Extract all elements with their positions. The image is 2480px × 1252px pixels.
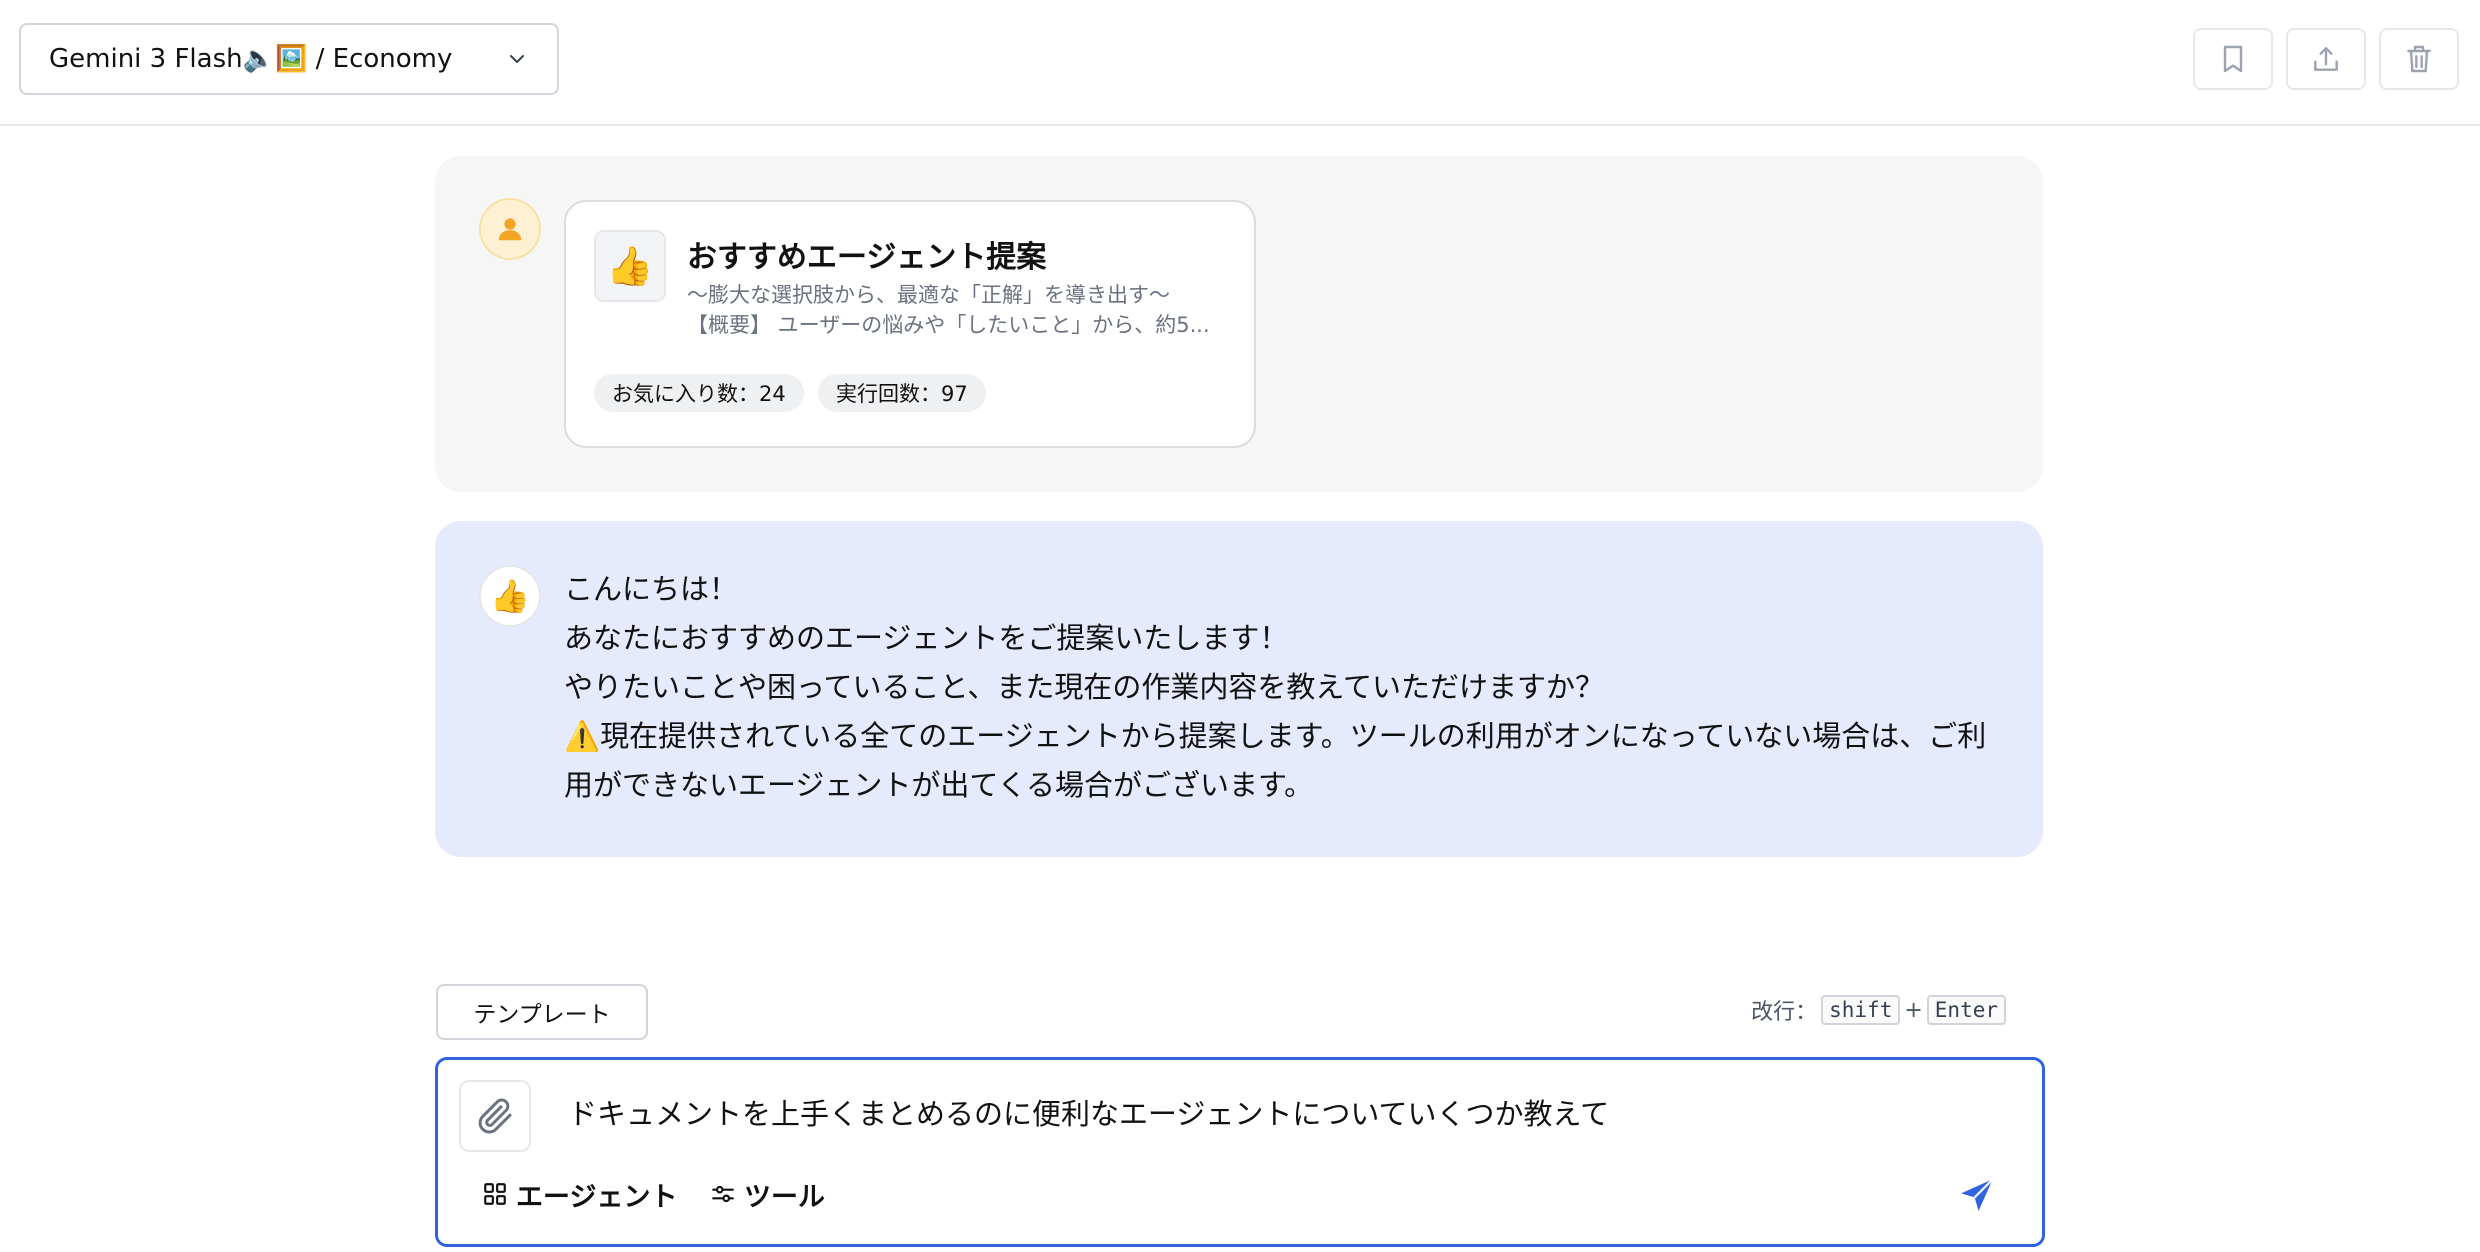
bookmark-button[interactable] (2193, 28, 2273, 90)
top-header: Gemini 3 Flash🔈🖼️ / Economy (0, 0, 2480, 126)
thumbs-up-icon: 👍 (594, 230, 666, 302)
template-button[interactable]: テンプレート (436, 984, 648, 1040)
agent-card-title: おすすめエージェント提案 (687, 240, 1047, 275)
newline-hint: 改行： shift + Enter (1751, 994, 2006, 1026)
delete-button[interactable] (2379, 28, 2459, 90)
agent-toggle-button[interactable]: エージェント (482, 1170, 677, 1218)
sliders-icon (712, 1185, 734, 1203)
agent-toggle-label: エージェント (516, 1181, 678, 1213)
user-icon (498, 218, 522, 241)
share-button[interactable] (2286, 28, 2366, 90)
assistant-message-text: こんにちは！ あなたにおすすめのエージェントをご提案いたします！ やりたいことや… (564, 565, 2004, 810)
chat-page: Gemini 3 Flash🔈🖼️ / Economy 👍 おすすめエージェント… (0, 0, 2480, 1252)
favorites-count-badge: お気に入り数：24 (594, 374, 804, 412)
message-input[interactable] (566, 1088, 1966, 1136)
send-button[interactable] (1952, 1170, 2002, 1220)
share-icon (2314, 47, 2338, 71)
agent-card[interactable]: 👍 おすすめエージェント提案 〜膨大な選択肢から、最適な「正解」を導き出す〜 【… (564, 200, 1256, 448)
assistant-message: 👍 こんにちは！ あなたにおすすめのエージェントをご提案いたします！ やりたいこ… (435, 521, 2043, 857)
agent-card-description: 〜膨大な選択肢から、最適な「正解」を導き出す〜 【概要】 ユーザーの悩みや「した… (687, 280, 1237, 340)
enter-key: Enter (1926, 995, 2006, 1025)
run-count-badge: 実行回数：97 (818, 374, 986, 412)
plus-sign: + (1904, 997, 1923, 1023)
message-composer: エージェント ツール (435, 1057, 2045, 1247)
message-line: やりたいことや困っていること、また現在の作業内容を教えていただけますか？ (564, 670, 1604, 704)
paperclip-icon (478, 1098, 512, 1134)
tool-toggle-button[interactable]: ツール (710, 1170, 825, 1218)
user-message: 👍 おすすめエージェント提案 〜膨大な選択肢から、最適な「正解」を導き出す〜 【… (435, 156, 2043, 492)
assistant-avatar: 👍 (479, 565, 541, 627)
agent-card-description-line: 【概要】 ユーザーの悩みや「したいこと」から、約5... (687, 313, 1210, 337)
attach-button[interactable] (459, 1080, 531, 1152)
send-icon (1961, 1178, 1994, 1211)
model-selector[interactable]: Gemini 3 Flash🔈🖼️ / Economy (19, 23, 559, 95)
chevron-down-icon (510, 55, 524, 63)
bookmark-icon (2223, 45, 2243, 73)
trash-icon (2407, 45, 2431, 73)
grid-icon (484, 1183, 506, 1205)
shift-key: shift (1821, 995, 1901, 1025)
message-line: こんにちは！ (564, 572, 739, 606)
newline-label: 改行： (1751, 1000, 1818, 1025)
avatar (479, 198, 541, 260)
agent-card-description-line: 〜膨大な選択肢から、最適な「正解」を導き出す〜 (687, 283, 1170, 307)
message-line: あなたにおすすめのエージェントをご提案いたします！ (564, 621, 1289, 655)
model-selector-label: Gemini 3 Flash🔈🖼️ / Economy (49, 44, 453, 74)
message-line: ⚠️現在提供されている全てのエージェントから提案します。ツールの利用がオンになっ… (564, 719, 1987, 802)
tool-toggle-label: ツール (744, 1181, 825, 1213)
